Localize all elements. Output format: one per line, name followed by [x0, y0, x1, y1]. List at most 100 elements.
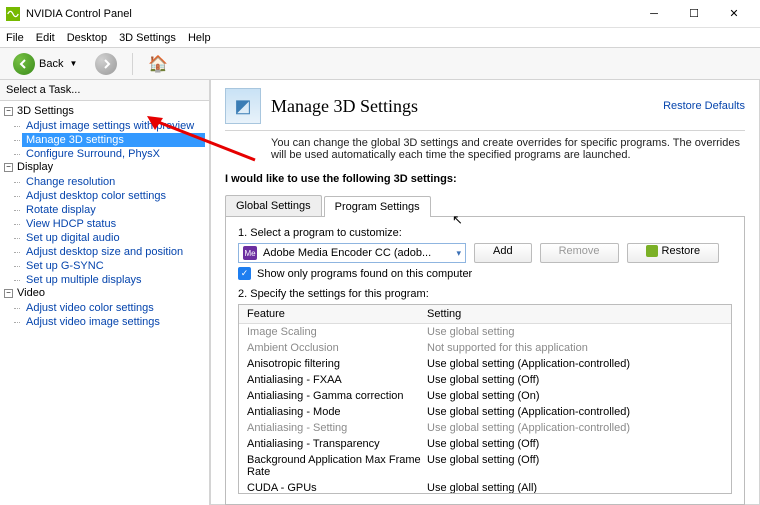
feature-cell: Image Scaling	[247, 326, 427, 338]
forward-button[interactable]	[88, 50, 124, 78]
settings-row[interactable]: Background Application Max Frame RateUse…	[239, 452, 731, 480]
tree-item[interactable]: Set up G-SYNC	[22, 259, 205, 273]
menu-bar: File Edit Desktop 3D Settings Help	[0, 28, 760, 48]
setting-cell: Use global setting (Application-controll…	[427, 358, 723, 370]
tree-item[interactable]: Adjust desktop size and position	[22, 245, 205, 259]
toolbar-divider	[132, 53, 133, 75]
settings-row[interactable]: Antialiasing - TransparencyUse global se…	[239, 436, 731, 452]
tree-item[interactable]: Set up digital audio	[22, 231, 205, 245]
feature-cell: Antialiasing - Setting	[247, 422, 427, 434]
tree-item[interactable]: Adjust video image settings	[22, 315, 205, 329]
content-pane: ◩ Manage 3D Settings Restore Defaults Yo…	[210, 80, 760, 505]
settings-row[interactable]: CUDA - GPUsUse global setting (All)	[239, 480, 731, 494]
step-2-label: 2. Specify the settings for this program…	[238, 288, 732, 300]
home-button[interactable]: 🏠	[141, 51, 175, 77]
tree-group-label: Video	[17, 287, 45, 299]
menu-desktop[interactable]: Desktop	[67, 32, 107, 44]
window-title: NVIDIA Control Panel	[26, 8, 634, 20]
program-select[interactable]: Me Adobe Media Encoder CC (adob... ▾	[238, 243, 466, 263]
tree-group-label: Display	[17, 161, 53, 173]
nav-toolbar: Back ▼ 🏠	[0, 48, 760, 80]
back-label: Back	[39, 58, 63, 70]
tree-item[interactable]: View HDCP status	[22, 217, 205, 231]
settings-subhead: I would like to use the following 3D set…	[225, 173, 745, 185]
dropdown-caret-icon: ▾	[456, 248, 461, 259]
minimize-button[interactable]: ─	[634, 0, 674, 28]
setting-cell: Not supported for this application	[427, 342, 723, 354]
page-description: You can change the global 3D settings an…	[271, 137, 745, 161]
tree-collapse-icon[interactable]: −	[4, 163, 13, 172]
back-button[interactable]: Back ▼	[6, 50, 84, 78]
setting-cell: Use global setting (Off)	[427, 454, 723, 478]
setting-cell: Use global setting	[427, 326, 723, 338]
add-button[interactable]: Add	[474, 243, 532, 263]
setting-cell: Use global setting (Off)	[427, 438, 723, 450]
feature-cell: Antialiasing - Transparency	[247, 438, 427, 450]
settings-row[interactable]: Antialiasing - Gamma correctionUse globa…	[239, 388, 731, 404]
tree-group-label: 3D Settings	[17, 105, 74, 117]
tree-item[interactable]: Adjust desktop color settings	[22, 189, 205, 203]
home-icon: 🏠	[148, 54, 168, 74]
col-header-feature: Feature	[247, 308, 427, 320]
setting-cell: Use global setting (Application-controll…	[427, 422, 723, 434]
tree-group-header[interactable]: −Display	[4, 161, 205, 173]
maximize-button[interactable]: ☐	[674, 0, 714, 28]
tree-item[interactable]: Rotate display	[22, 203, 205, 217]
sidebar-header: Select a Task...	[0, 80, 209, 101]
settings-tabs: Global Settings Program Settings	[225, 195, 745, 216]
show-only-label: Show only programs found on this compute…	[257, 268, 472, 280]
page-title: Manage 3D Settings	[271, 96, 663, 117]
setting-cell: Use global setting (On)	[427, 390, 723, 402]
tree-group-header[interactable]: −Video	[4, 287, 205, 299]
feature-cell: Antialiasing - Mode	[247, 406, 427, 418]
settings-row[interactable]: Antialiasing - ModeUse global setting (A…	[239, 404, 731, 420]
tree-item[interactable]: Configure Surround, PhysX	[22, 147, 205, 161]
task-sidebar: Select a Task... −3D SettingsAdjust imag…	[0, 80, 210, 505]
checkbox-checked-icon: ✓	[238, 267, 251, 280]
settings-row[interactable]: Antialiasing - SettingUse global setting…	[239, 420, 731, 436]
tree-item[interactable]: Manage 3D settings	[22, 133, 205, 147]
col-header-setting: Setting	[427, 308, 723, 320]
show-only-checkbox[interactable]: ✓ Show only programs found on this compu…	[238, 267, 732, 280]
menu-help[interactable]: Help	[188, 32, 211, 44]
back-arrow-icon	[13, 53, 35, 75]
settings-row[interactable]: Anisotropic filteringUse global setting …	[239, 356, 731, 372]
tree-collapse-icon[interactable]: −	[4, 107, 13, 116]
menu-edit[interactable]: Edit	[36, 32, 55, 44]
title-bar: NVIDIA Control Panel ─ ☐ ✕	[0, 0, 760, 28]
tab-global-settings[interactable]: Global Settings	[225, 195, 322, 216]
restore-defaults-link[interactable]: Restore Defaults	[663, 100, 745, 112]
back-dropdown-icon[interactable]: ▼	[69, 59, 77, 68]
tree-item[interactable]: Set up multiple displays	[22, 273, 205, 287]
menu-file[interactable]: File	[6, 32, 24, 44]
tree-group-header[interactable]: −3D Settings	[4, 105, 205, 117]
tree-item[interactable]: Adjust image settings with preview	[22, 119, 205, 133]
settings-row[interactable]: Antialiasing - FXAAUse global setting (O…	[239, 372, 731, 388]
remove-button[interactable]: Remove	[540, 243, 619, 263]
feature-cell: Anisotropic filtering	[247, 358, 427, 370]
tree-group: −DisplayChange resolutionAdjust desktop …	[4, 161, 205, 287]
tree-item[interactable]: Change resolution	[22, 175, 205, 189]
tree-collapse-icon[interactable]: −	[4, 289, 13, 298]
setting-cell: Use global setting (All)	[427, 482, 723, 494]
settings-row[interactable]: Image ScalingUse global setting	[239, 324, 731, 340]
setting-cell: Use global setting (Off)	[427, 374, 723, 386]
feature-cell: Background Application Max Frame Rate	[247, 454, 427, 478]
feature-cell: CUDA - GPUs	[247, 482, 427, 494]
settings-row[interactable]: Ambient OcclusionNot supported for this …	[239, 340, 731, 356]
tree-item[interactable]: Adjust video color settings	[22, 301, 205, 315]
tree-group: −3D Settings Adjust image settings with p…	[4, 105, 205, 161]
close-button[interactable]: ✕	[714, 0, 754, 28]
task-tree: −3D SettingsAdjust image settings with p…	[0, 101, 209, 505]
program-settings-panel: 1. Select a program to customize: Me Ado…	[225, 216, 745, 505]
feature-cell: Antialiasing - Gamma correction	[247, 390, 427, 402]
feature-cell: Antialiasing - FXAA	[247, 374, 427, 386]
feature-cell: Ambient Occlusion	[247, 342, 427, 354]
forward-arrow-icon	[95, 53, 117, 75]
page-icon: ◩	[225, 88, 261, 124]
settings-table[interactable]: Feature Setting Image ScalingUse global …	[238, 304, 732, 494]
tab-program-settings[interactable]: Program Settings	[324, 196, 431, 217]
restore-button[interactable]: Restore	[627, 243, 720, 263]
nvidia-logo-icon	[6, 7, 20, 21]
menu-3d-settings[interactable]: 3D Settings	[119, 32, 176, 44]
